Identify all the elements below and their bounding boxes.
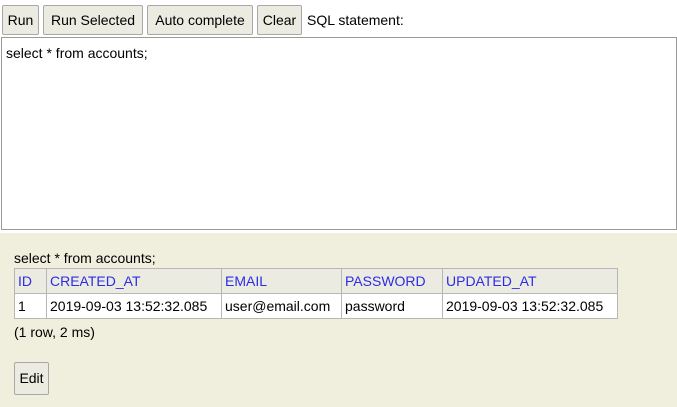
cell-email: user@email.com bbox=[221, 293, 342, 319]
table-row: 1 2019-09-03 13:52:32.085 user@email.com… bbox=[14, 293, 618, 319]
result-pane: select * from accounts; ID CREATED_AT EM… bbox=[0, 233, 677, 407]
column-header-email[interactable]: EMAIL bbox=[221, 268, 342, 294]
results-table: ID CREATED_AT EMAIL PASSWORD UPDATED_AT … bbox=[14, 268, 618, 319]
column-header-id[interactable]: ID bbox=[14, 268, 47, 294]
column-header-created-at[interactable]: CREATED_AT bbox=[46, 268, 222, 294]
run-button[interactable]: Run bbox=[2, 5, 39, 35]
cell-password: password bbox=[341, 293, 443, 319]
sql-editor[interactable]: select * from accounts; bbox=[1, 37, 677, 230]
row-count-status: (1 row, 2 ms) bbox=[14, 324, 95, 340]
column-header-password[interactable]: PASSWORD bbox=[341, 268, 443, 294]
toolbar: Run Run Selected Auto complete Clear SQL… bbox=[0, 0, 677, 37]
cell-updated-at: 2019-09-03 13:52:32.085 bbox=[442, 293, 618, 319]
sql-statement-label: SQL statement: bbox=[307, 12, 404, 28]
cell-created-at: 2019-09-03 13:52:32.085 bbox=[46, 293, 222, 319]
query-echo: select * from accounts; bbox=[14, 250, 156, 266]
auto-complete-button[interactable]: Auto complete bbox=[147, 5, 253, 35]
table-header-row: ID CREATED_AT EMAIL PASSWORD UPDATED_AT bbox=[14, 268, 618, 294]
clear-button[interactable]: Clear bbox=[257, 5, 302, 35]
column-header-updated-at[interactable]: UPDATED_AT bbox=[442, 268, 618, 294]
cell-id: 1 bbox=[14, 293, 47, 319]
run-selected-button[interactable]: Run Selected bbox=[43, 5, 143, 35]
edit-button[interactable]: Edit bbox=[14, 362, 49, 395]
